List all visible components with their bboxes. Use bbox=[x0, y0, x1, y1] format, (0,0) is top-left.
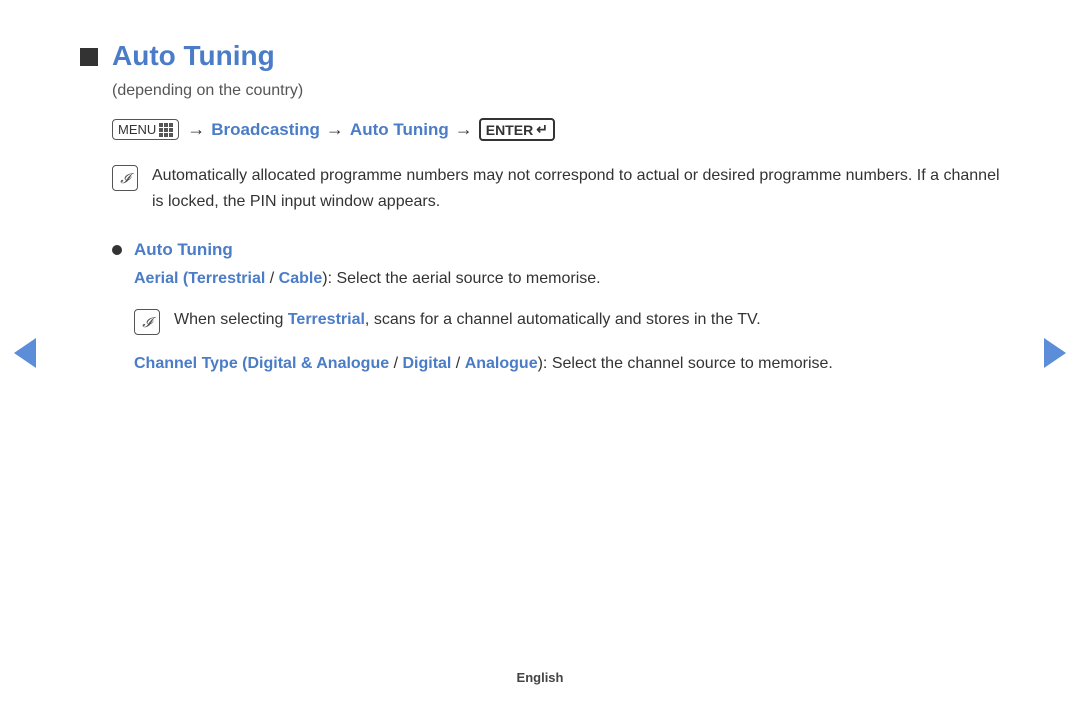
enter-label: ENTER bbox=[486, 122, 533, 138]
menu-path-row: MENU → Broadcasting → Auto Tuning → ENTE… bbox=[112, 118, 1000, 141]
note-icon: 𝓘 bbox=[112, 165, 138, 191]
broadcasting-link[interactable]: Broadcasting bbox=[211, 120, 320, 140]
channel-type-label: Channel Type (Digital & Analogue bbox=[134, 355, 389, 372]
aerial-slash-1: / bbox=[265, 270, 278, 287]
aerial-label: Aerial (Terrestrial bbox=[134, 270, 265, 287]
arrow-sep-3: → bbox=[455, 119, 473, 140]
channel-slash-1: / bbox=[389, 355, 402, 372]
aerial-row: Aerial (Terrestrial / Cable): Select the… bbox=[134, 266, 1000, 292]
enter-arrow-icon: ↵ bbox=[536, 121, 548, 138]
title-square-icon bbox=[80, 48, 98, 66]
inline-note-text: When selecting Terrestrial, scans for a … bbox=[174, 307, 761, 333]
grid-icon bbox=[159, 123, 173, 137]
inline-note-block: 𝓘 When selecting Terrestrial, scans for … bbox=[134, 307, 1000, 335]
bullet-section: Auto Tuning Aerial (Terrestrial / Cable)… bbox=[112, 240, 1000, 378]
channel-slash-2: / bbox=[451, 355, 464, 372]
bullet-title-row: Auto Tuning bbox=[112, 240, 1000, 260]
aerial-suffix: ): Select the aerial source to memorise. bbox=[322, 270, 600, 287]
bullet-dot-icon bbox=[112, 245, 122, 255]
terrestrial-label: Terrestrial bbox=[288, 311, 365, 328]
channel-suffix: ): Select the channel source to memorise… bbox=[538, 355, 833, 372]
inline-note-text1: When selecting bbox=[174, 311, 288, 328]
note-block: 𝓘 Automatically allocated programme numb… bbox=[112, 163, 1000, 216]
menu-icon: MENU bbox=[112, 119, 179, 140]
bullet-title: Auto Tuning bbox=[134, 240, 233, 260]
arrow-sep-1: → bbox=[187, 119, 205, 140]
channel-type-row: Channel Type (Digital & Analogue / Digit… bbox=[134, 351, 1000, 377]
arrow-sep-2: → bbox=[326, 119, 344, 140]
auto-tuning-link[interactable]: Auto Tuning bbox=[350, 120, 449, 140]
page-container: Auto Tuning (depending on the country) M… bbox=[0, 0, 1080, 705]
note-text: Automatically allocated programme number… bbox=[152, 163, 1000, 216]
analogue-label: Analogue bbox=[465, 355, 538, 372]
inline-note-icon: 𝓘 bbox=[134, 309, 160, 335]
subtitle: (depending on the country) bbox=[112, 82, 1000, 100]
title-row: Auto Tuning bbox=[80, 40, 1000, 72]
footer: English bbox=[517, 670, 564, 685]
inline-note-text2: , scans for a channel automatically and … bbox=[365, 311, 761, 328]
page-title: Auto Tuning bbox=[112, 40, 275, 72]
cable-label: Cable bbox=[279, 270, 323, 287]
digital-label: Digital bbox=[402, 355, 451, 372]
menu-label: MENU bbox=[118, 122, 156, 137]
enter-icon: ENTER↵ bbox=[479, 118, 555, 141]
